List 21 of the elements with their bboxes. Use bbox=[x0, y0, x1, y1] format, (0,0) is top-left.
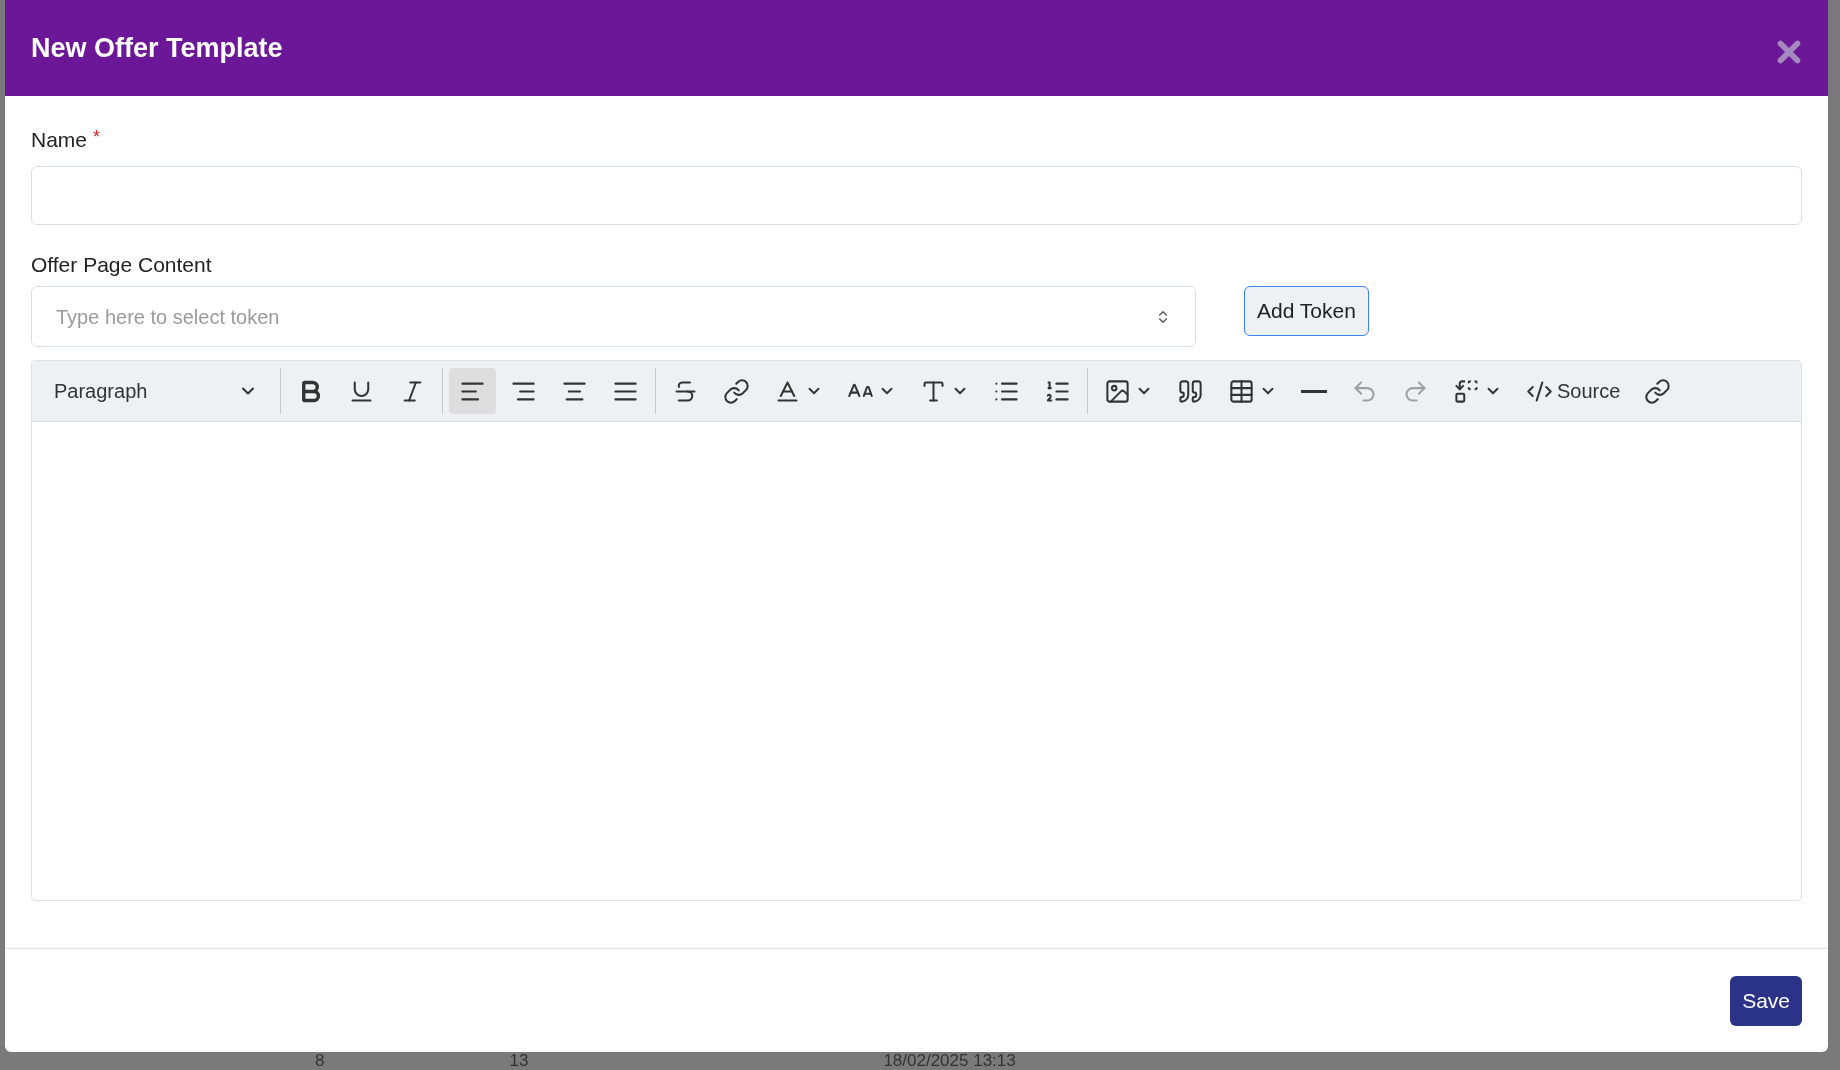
link-icon bbox=[1644, 377, 1672, 405]
horizontal-line-icon bbox=[1301, 389, 1327, 393]
required-mark: * bbox=[93, 126, 101, 149]
save-button[interactable]: Save bbox=[1730, 975, 1802, 1026]
name-label: Name bbox=[31, 127, 88, 153]
find-replace-icon bbox=[1453, 377, 1480, 405]
background-table-cell: 8 bbox=[315, 1052, 325, 1070]
source-button[interactable]: Source bbox=[1516, 368, 1631, 414]
background-table-cell: 18/02/2025 13:13 bbox=[883, 1052, 1016, 1070]
add-token-button[interactable]: Add Token bbox=[1244, 286, 1369, 336]
offer-content-label: Offer Page Content bbox=[31, 251, 213, 278]
quote-icon bbox=[1177, 377, 1204, 405]
dialog-title: New Offer Template bbox=[31, 31, 283, 65]
token-select-placeholder: Type here to select token bbox=[56, 304, 280, 330]
name-input[interactable] bbox=[31, 165, 1802, 225]
image-icon bbox=[1104, 377, 1131, 405]
background-table-cell: 13 bbox=[509, 1052, 529, 1070]
paragraph-style-dropdown[interactable]: Paragraph bbox=[38, 368, 274, 414]
link-icon bbox=[723, 377, 750, 405]
align-left-button[interactable] bbox=[449, 368, 496, 414]
table-icon bbox=[1228, 377, 1255, 405]
